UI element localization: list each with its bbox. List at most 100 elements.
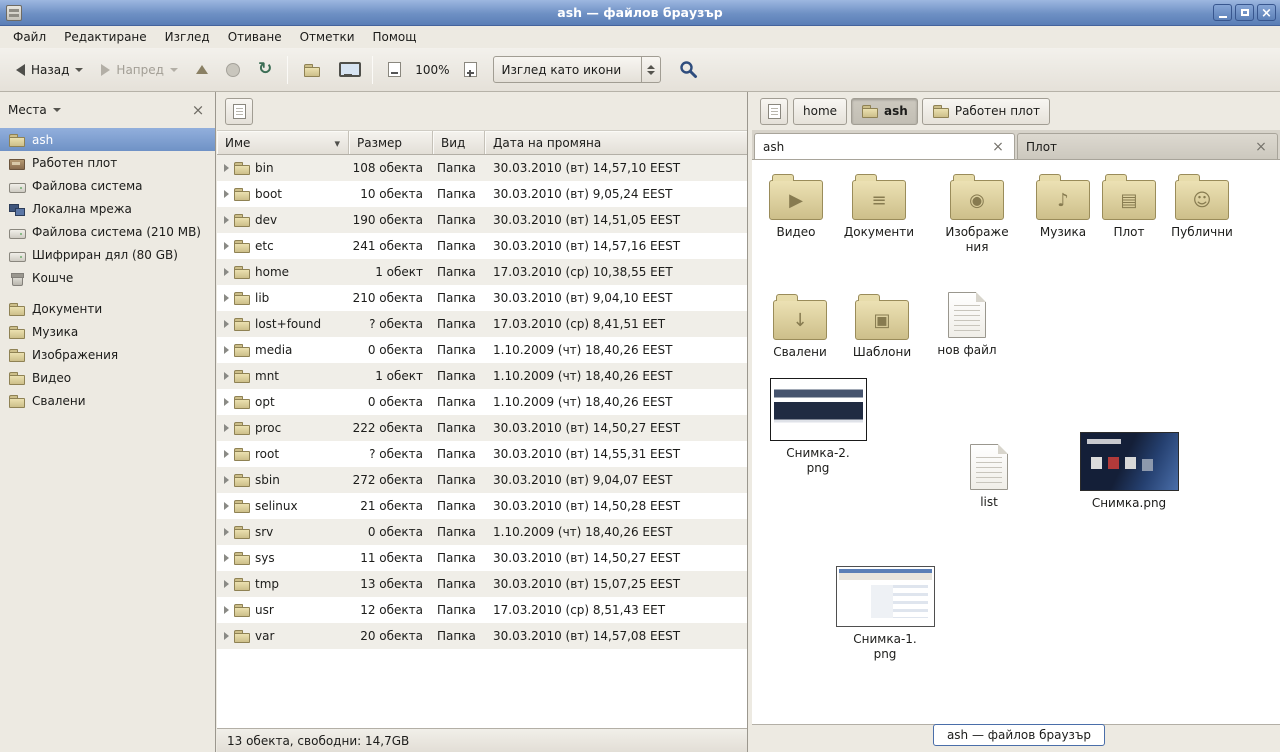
sidebar-place-item[interactable]: Видео	[0, 366, 215, 389]
places-close-button[interactable]	[189, 101, 207, 119]
expander-icon[interactable]	[224, 580, 229, 588]
tab[interactable]: Плот	[1017, 133, 1278, 159]
file-row[interactable]: opt 0 обекта Папка 1.10.2009 (чт) 18,40,…	[217, 389, 747, 415]
file-icon-item[interactable]: нов файл	[924, 292, 1010, 358]
menu-item[interactable]: Файл	[4, 27, 55, 47]
view-mode-select[interactable]: Изглед като икони	[493, 56, 661, 83]
expander-icon[interactable]	[224, 216, 229, 224]
expander-icon[interactable]	[224, 606, 229, 614]
expander-icon[interactable]	[224, 372, 229, 380]
expander-icon[interactable]	[224, 476, 229, 484]
file-row[interactable]: sys 11 обекта Папка 30.03.2010 (вт) 14,5…	[217, 545, 747, 571]
menu-item[interactable]: Отиване	[219, 27, 291, 47]
file-icon-item[interactable]: list	[946, 444, 1032, 510]
back-button[interactable]: Назад	[8, 56, 91, 84]
file-row[interactable]: selinux 21 обекта Папка 30.03.2010 (вт) …	[217, 493, 747, 519]
file-row[interactable]: etc 241 обекта Папка 30.03.2010 (вт) 14,…	[217, 233, 747, 259]
back-history-dropdown-icon[interactable]	[75, 68, 83, 72]
file-row[interactable]: lost+found ? обекта Папка 17.03.2010 (ср…	[217, 311, 747, 337]
file-row[interactable]: srv 0 обекта Папка 1.10.2009 (чт) 18,40,…	[217, 519, 747, 545]
sidebar-place-item[interactable]: Изображения	[0, 343, 215, 366]
column-header[interactable]: Вид	[433, 131, 485, 154]
search-button[interactable]	[671, 53, 706, 86]
expander-icon[interactable]	[224, 502, 229, 510]
expander-icon[interactable]	[224, 554, 229, 562]
file-icon-item[interactable]: Снимка-2.png	[775, 378, 861, 476]
path-button[interactable]: home	[793, 98, 847, 125]
menu-item[interactable]: Редактиране	[55, 27, 156, 47]
file-row[interactable]: tmp 13 обекта Папка 30.03.2010 (вт) 15,0…	[217, 571, 747, 597]
file-row[interactable]: bin 108 обекта Папка 30.03.2010 (вт) 14,…	[217, 155, 747, 181]
sidebar-place-item[interactable]: Локална мрежа	[0, 197, 215, 220]
expander-icon[interactable]	[224, 424, 229, 432]
path-button[interactable]: Работен плот	[922, 98, 1050, 125]
computer-button[interactable]	[331, 55, 365, 84]
path-button[interactable]: ash	[851, 98, 918, 125]
location-bar-toggle-button[interactable]	[760, 98, 788, 125]
maximize-button[interactable]	[1235, 4, 1254, 21]
minimize-button[interactable]	[1213, 4, 1232, 21]
file-row[interactable]: mnt 1 обект Папка 1.10.2009 (чт) 18,40,2…	[217, 363, 747, 389]
places-selector-icon[interactable]	[53, 108, 61, 112]
menu-item[interactable]: Помощ	[364, 27, 426, 47]
sidebar-place-item[interactable]: Файлова система	[0, 174, 215, 197]
sidebar-place-item[interactable]: Кошче	[0, 266, 215, 289]
sidebar-place-item[interactable]: Музика	[0, 320, 215, 343]
forward-button[interactable]: Напред	[93, 56, 186, 84]
file-icon-item[interactable]: Изображения	[934, 172, 1020, 255]
expander-icon[interactable]	[224, 398, 229, 406]
file-row[interactable]: root ? обекта Папка 30.03.2010 (вт) 14,5…	[217, 441, 747, 467]
up-button[interactable]	[188, 58, 216, 81]
expander-icon[interactable]	[224, 528, 229, 536]
sidebar-place-item[interactable]: Работен плот	[0, 151, 215, 174]
sidebar-place-item[interactable]: Файлова система (210 MB)	[0, 220, 215, 243]
file-row[interactable]: home 1 обект Папка 17.03.2010 (ср) 10,38…	[217, 259, 747, 285]
sidebar-place-item[interactable]: Документи	[0, 297, 215, 320]
file-icon-item[interactable]: Снимка.png	[1086, 432, 1172, 511]
tab[interactable]: ash	[754, 133, 1015, 159]
file-row[interactable]: proc 222 обекта Папка 30.03.2010 (вт) 14…	[217, 415, 747, 441]
tab-close-icon[interactable]	[1253, 139, 1269, 155]
taskbar-window-button[interactable]: ash — файлов браузър	[933, 724, 1105, 746]
expander-icon[interactable]	[224, 632, 229, 640]
expander-icon[interactable]	[224, 294, 229, 302]
expander-icon[interactable]	[224, 268, 229, 276]
reload-button[interactable]	[250, 54, 280, 85]
close-button[interactable]	[1257, 4, 1276, 21]
file-icon-item[interactable]: Документи	[836, 172, 922, 240]
file-row[interactable]: dev 190 обекта Папка 30.03.2010 (вт) 14,…	[217, 207, 747, 233]
column-header[interactable]: Дата на промяна	[485, 131, 747, 154]
column-header[interactable]: Размер	[349, 131, 433, 154]
file-row[interactable]: sbin 272 обекта Папка 30.03.2010 (вт) 9,…	[217, 467, 747, 493]
file-row[interactable]: usr 12 обекта Папка 17.03.2010 (ср) 8,51…	[217, 597, 747, 623]
sidebar-place-item[interactable]: Шифриран дял (80 GB)	[0, 243, 215, 266]
file-icon-item[interactable]: Видео	[753, 172, 839, 240]
menu-item[interactable]: Изглед	[156, 27, 219, 47]
expander-icon[interactable]	[224, 190, 229, 198]
expander-icon[interactable]	[224, 164, 229, 172]
sidebar-place-item[interactable]: Свалени	[0, 389, 215, 412]
file-row[interactable]: lib 210 обекта Папка 30.03.2010 (вт) 9,0…	[217, 285, 747, 311]
location-bar-toggle-button[interactable]	[225, 98, 253, 125]
file-icon-item[interactable]: Публични	[1159, 172, 1245, 240]
file-list[interactable]: bin 108 обекта Папка 30.03.2010 (вт) 14,…	[217, 155, 747, 728]
file-row[interactable]: boot 10 обекта Папка 30.03.2010 (вт) 9,0…	[217, 181, 747, 207]
expander-icon[interactable]	[224, 450, 229, 458]
zoom-in-button[interactable]	[456, 55, 485, 84]
file-icon-item[interactable]: Шаблони	[839, 292, 925, 360]
expander-icon[interactable]	[224, 346, 229, 354]
file-icon-item[interactable]: Свалени	[757, 292, 843, 360]
tab-close-icon[interactable]	[990, 139, 1006, 155]
stop-button[interactable]	[218, 56, 248, 84]
sidebar-place-item[interactable]: ash	[0, 128, 215, 151]
column-header[interactable]: Име	[217, 131, 349, 154]
zoom-out-button[interactable]	[380, 55, 409, 84]
file-row[interactable]: media 0 обекта Папка 1.10.2009 (чт) 18,4…	[217, 337, 747, 363]
menu-item[interactable]: Отметки	[291, 27, 364, 47]
file-row[interactable]: var 20 обекта Папка 30.03.2010 (вт) 14,5…	[217, 623, 747, 649]
icon-view[interactable]: Видео Документи Изображения Музика Плот	[752, 160, 1280, 724]
expander-icon[interactable]	[224, 320, 229, 328]
file-icon-item[interactable]: Снимка-1.png	[842, 566, 928, 662]
expander-icon[interactable]	[224, 242, 229, 250]
home-button[interactable]	[295, 55, 329, 85]
